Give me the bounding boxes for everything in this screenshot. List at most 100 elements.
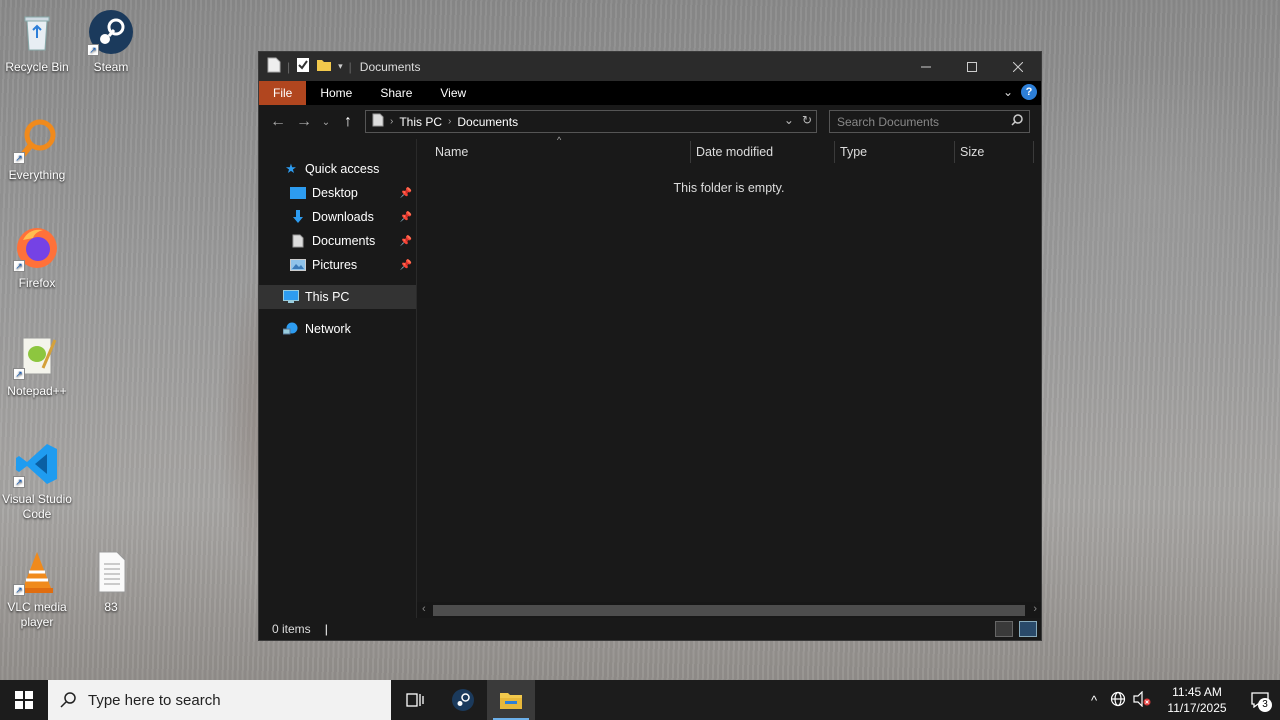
desktop-icon-label: Visual Studio Code bbox=[2, 492, 72, 521]
tab-file[interactable]: File bbox=[259, 81, 307, 105]
pin-icon: 📌 bbox=[399, 211, 412, 223]
desktop-icon-vlc[interactable]: ↗ VLC media player bbox=[0, 548, 74, 630]
minimize-button[interactable] bbox=[903, 52, 949, 81]
search-input[interactable] bbox=[837, 114, 997, 129]
column-headers: ^ Name Date modified Type Size bbox=[417, 135, 1041, 165]
title-bar[interactable]: | ▾ | Documents bbox=[259, 52, 1041, 81]
desktop-icon-steam[interactable]: ↗ Steam bbox=[74, 8, 148, 75]
desktop-icon-label: Recycle Bin bbox=[5, 60, 69, 74]
tab-view[interactable]: View bbox=[426, 81, 480, 105]
desktop-icon-recycle-bin[interactable]: Recycle Bin bbox=[0, 8, 74, 75]
nav-this-pc[interactable]: This PC bbox=[259, 285, 416, 309]
column-header-name[interactable]: Name bbox=[435, 145, 468, 159]
scrollbar-thumb[interactable] bbox=[433, 605, 1025, 616]
desktop-icon-firefox[interactable]: ↗ Firefox bbox=[0, 224, 74, 291]
nav-pictures[interactable]: Pictures 📌 bbox=[259, 253, 416, 277]
network-icon bbox=[283, 322, 299, 336]
horizontal-scrollbar[interactable]: ‹ › bbox=[417, 602, 1041, 619]
main-content: ★ Quick access Desktop 📌 Downloads 📌 Doc… bbox=[259, 135, 1041, 619]
window-title: Documents bbox=[359, 59, 421, 74]
show-hidden-icons-chevron-icon[interactable]: ^ bbox=[1082, 693, 1106, 708]
document-icon bbox=[267, 57, 281, 76]
up-button[interactable]: ↑ bbox=[335, 113, 361, 131]
item-count: 0 items bbox=[272, 622, 311, 636]
taskbar-file-explorer-button[interactable] bbox=[487, 680, 535, 720]
taskbar-steam-button[interactable] bbox=[439, 680, 487, 720]
window-controls bbox=[903, 52, 1041, 81]
network-globe-icon[interactable] bbox=[1106, 691, 1130, 710]
sort-ascending-icon: ^ bbox=[557, 135, 562, 145]
back-button[interactable]: ← bbox=[265, 113, 291, 131]
action-center-button[interactable]: 3 bbox=[1240, 680, 1280, 720]
close-button[interactable] bbox=[995, 52, 1041, 81]
breadcrumb-documents[interactable]: Documents bbox=[457, 115, 518, 129]
desktop-icon-notepadpp[interactable]: ↗ Notepad++ bbox=[0, 332, 74, 399]
ribbon-tabs: File Home Share View ⌄ ? bbox=[259, 81, 1041, 105]
column-header-size[interactable]: Size bbox=[960, 145, 984, 159]
details-view-button[interactable] bbox=[995, 621, 1013, 637]
column-header-type[interactable]: Type bbox=[840, 145, 867, 159]
taskbar: Type here to search ^ 11:45 AM 11/17/202… bbox=[0, 680, 1280, 720]
firefox-icon: ↗ bbox=[13, 224, 61, 272]
address-bar[interactable]: › This PC › Documents ⌄ ↻ bbox=[365, 110, 817, 133]
breadcrumb-this-pc[interactable]: This PC bbox=[399, 115, 442, 129]
desktop-icon-label: VLC media player bbox=[7, 600, 67, 629]
nav-downloads[interactable]: Downloads 📌 bbox=[259, 205, 416, 229]
navigation-pane: ★ Quick access Desktop 📌 Downloads 📌 Doc… bbox=[259, 139, 417, 619]
nav-label: Network bbox=[305, 322, 351, 336]
documents-icon bbox=[290, 234, 306, 248]
customize-toolbar-icon[interactable]: ▾ bbox=[338, 61, 343, 72]
tab-share[interactable]: Share bbox=[366, 81, 426, 105]
navigation-bar: ← → ⌄ ↑ › This PC › Documents ⌄ ↻ bbox=[259, 105, 1041, 139]
address-dropdown-chevron-icon[interactable]: ⌄ bbox=[784, 113, 794, 127]
quick-access-toolbar: | ▾ | bbox=[259, 57, 352, 76]
search-box[interactable] bbox=[829, 110, 1030, 133]
recent-locations-chevron-icon[interactable]: ⌄ bbox=[317, 117, 335, 128]
nav-quick-access[interactable]: ★ Quick access bbox=[259, 157, 416, 181]
desktop-icon-vscode[interactable]: ↗ Visual Studio Code bbox=[0, 440, 74, 522]
maximize-button[interactable] bbox=[949, 52, 995, 81]
desktop-icon-label: Notepad++ bbox=[7, 384, 67, 398]
windows-logo-icon bbox=[15, 691, 33, 709]
column-header-date-modified[interactable]: Date modified bbox=[696, 145, 773, 159]
nav-documents[interactable]: Documents 📌 bbox=[259, 229, 416, 253]
nav-label: This PC bbox=[305, 290, 350, 304]
large-icons-view-button[interactable] bbox=[1019, 621, 1037, 637]
nav-desktop[interactable]: Desktop 📌 bbox=[259, 181, 416, 205]
volume-muted-icon[interactable] bbox=[1130, 690, 1154, 710]
shortcut-arrow-icon: ↗ bbox=[13, 476, 25, 488]
address-bar-actions: ⌄ ↻ bbox=[784, 113, 812, 127]
shortcut-arrow-icon: ↗ bbox=[13, 584, 25, 596]
task-view-button[interactable] bbox=[391, 680, 439, 720]
forward-button[interactable]: → bbox=[291, 113, 317, 131]
steam-icon: ↗ bbox=[87, 8, 135, 56]
properties-icon[interactable] bbox=[296, 57, 310, 76]
system-clock[interactable]: 11:45 AM 11/17/2025 bbox=[1162, 684, 1232, 716]
new-folder-icon[interactable] bbox=[316, 57, 332, 76]
pictures-icon bbox=[290, 258, 306, 272]
empty-folder-message: This folder is empty. bbox=[673, 181, 785, 195]
vscode-icon: ↗ bbox=[13, 440, 61, 488]
start-button[interactable] bbox=[0, 680, 48, 720]
taskbar-search-box[interactable]: Type here to search bbox=[48, 680, 391, 720]
nav-label: Desktop bbox=[312, 186, 358, 200]
nav-network[interactable]: Network bbox=[259, 317, 416, 341]
desktop-icon-file-83[interactable]: 83 bbox=[74, 548, 148, 615]
scroll-left-icon[interactable]: ‹ bbox=[422, 603, 426, 615]
desktop-icon-label: Everything bbox=[8, 168, 66, 182]
system-tray: ^ 11:45 AM 11/17/2025 3 bbox=[1082, 680, 1280, 720]
help-icon[interactable]: ? bbox=[1021, 84, 1037, 100]
expand-ribbon-chevron-icon[interactable]: ⌄ bbox=[1003, 85, 1013, 99]
text-file-icon bbox=[87, 548, 135, 596]
search-icon bbox=[60, 692, 76, 708]
taskbar-search-placeholder: Type here to search bbox=[88, 691, 221, 709]
breadcrumb-separator-icon: › bbox=[390, 116, 394, 127]
ribbon-right-controls: ⌄ ? bbox=[1003, 84, 1037, 100]
tab-home[interactable]: Home bbox=[306, 81, 366, 105]
desktop-icon-everything[interactable]: ↗ Everything bbox=[0, 116, 74, 183]
everything-search-icon: ↗ bbox=[13, 116, 61, 164]
refresh-icon[interactable]: ↻ bbox=[802, 113, 812, 127]
status-bar: 0 items | bbox=[259, 618, 1041, 640]
folder-icon bbox=[500, 693, 522, 709]
scroll-right-icon[interactable]: › bbox=[1033, 603, 1037, 615]
